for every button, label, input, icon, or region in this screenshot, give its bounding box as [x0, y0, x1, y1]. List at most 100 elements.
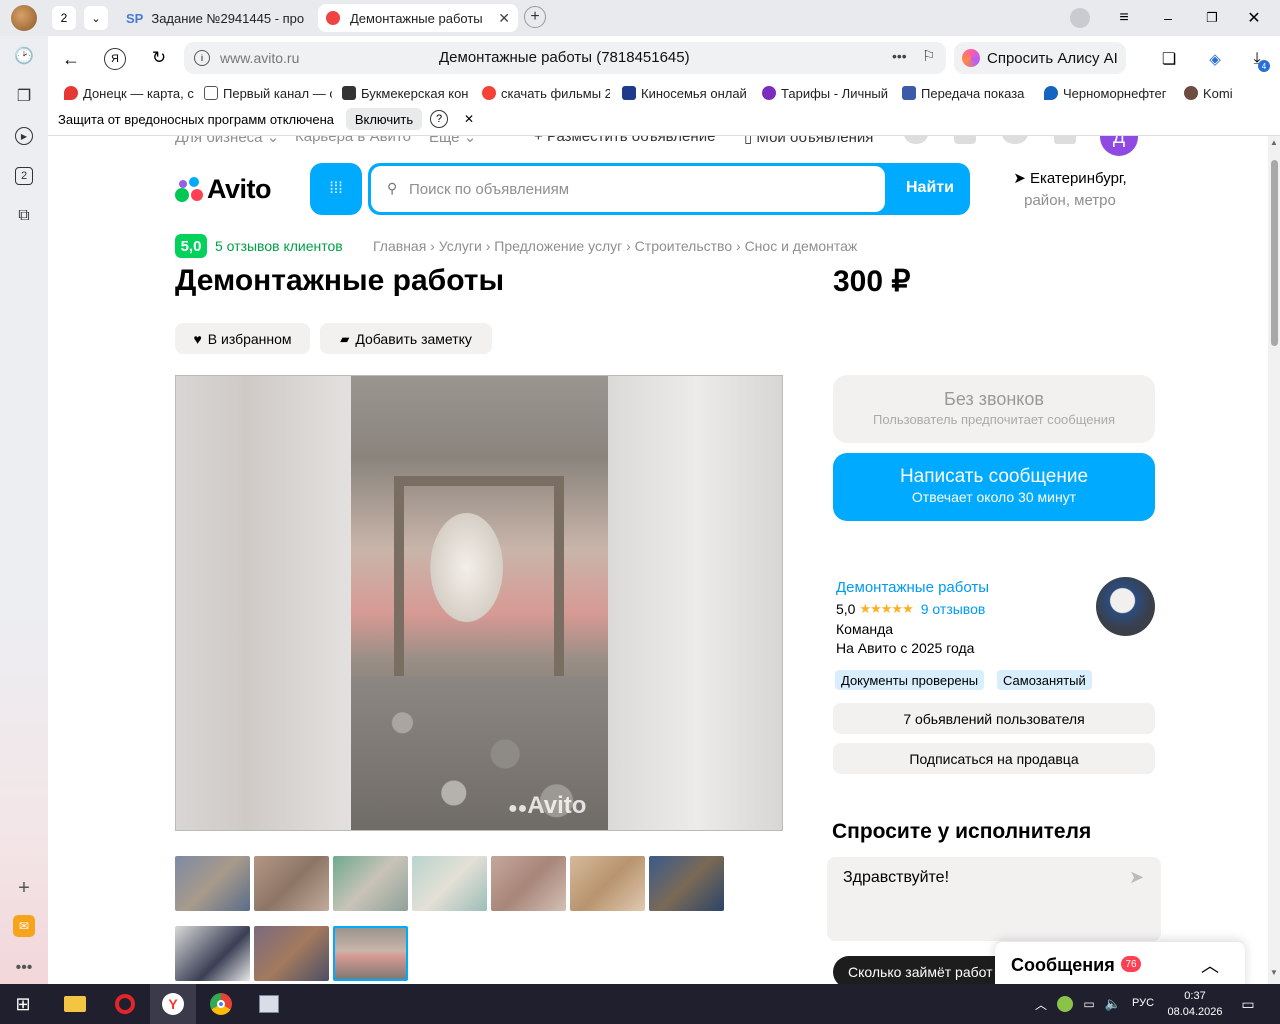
- url-field[interactable]: i www.avito.ru Демонтажные работы (78184…: [184, 42, 946, 74]
- thumbnail[interactable]: [254, 856, 329, 911]
- minimize-icon[interactable]: –: [1158, 8, 1178, 28]
- thumbnail[interactable]: [254, 926, 329, 981]
- bookmark-item[interactable]: Komi: [1184, 84, 1244, 102]
- messages-icon[interactable]: [1002, 136, 1028, 144]
- career-link[interactable]: Карьера в Авито: [295, 136, 411, 145]
- close-infobar-icon[interactable]: ✕: [460, 110, 478, 128]
- tab-counter[interactable]: 2: [52, 6, 76, 30]
- history-icon[interactable]: 🕑: [12, 44, 36, 68]
- ask-alice-button[interactable]: Спросить Алису AI: [954, 42, 1126, 74]
- for-business-link[interactable]: Для бизнеса ⌄: [175, 136, 279, 146]
- bookmark-item[interactable]: скачать фильмы 2: [482, 84, 610, 102]
- thumbnail[interactable]: [491, 856, 566, 911]
- avito-logo[interactable]: Avito: [175, 173, 272, 205]
- my-ads-link[interactable]: ▯ Мои объявления: [744, 136, 873, 146]
- messages-widget[interactable]: Сообщения 76 ︿: [995, 942, 1245, 984]
- subscribe-button[interactable]: Подписаться на продавца: [833, 743, 1155, 774]
- start-windows-icon[interactable]: ⊞: [12, 994, 34, 1014]
- site-info-icon[interactable]: i: [194, 50, 210, 66]
- enable-protection-button[interactable]: Включить: [346, 108, 422, 130]
- bookmark-icon[interactable]: ⚐: [922, 47, 935, 65]
- no-calls-button[interactable]: Без звонков Пользователь предпочитает со…: [833, 375, 1155, 443]
- location-selector[interactable]: ➤ Екатеринбург, район, метро: [1000, 168, 1140, 212]
- bookmark-item[interactable]: Донецк — карта, с: [64, 84, 194, 102]
- favorite-button[interactable]: ♥ В избранном: [175, 323, 310, 354]
- security-icon[interactable]: ◈: [1204, 48, 1226, 70]
- scrollbar-thumb[interactable]: [1271, 160, 1278, 346]
- breadcrumb-item[interactable]: Главная: [373, 238, 426, 254]
- file-explorer-icon[interactable]: [62, 992, 88, 1016]
- language-indicator[interactable]: РУС: [1132, 997, 1154, 1009]
- bookmark-item[interactable]: Передача показа: [902, 84, 1030, 102]
- breadcrumb-item[interactable]: Предложение услуг: [494, 238, 622, 254]
- mail-icon[interactable]: ✉: [12, 914, 36, 938]
- seller-avatar[interactable]: [1096, 577, 1155, 636]
- bookmark-item[interactable]: Киносемья онлай: [622, 84, 750, 102]
- chevron-up-icon[interactable]: ︿: [1201, 952, 1219, 978]
- clock[interactable]: 0:37 08.04.2026: [1166, 988, 1224, 1020]
- bookmark-item[interactable]: Букмекерская кон: [342, 84, 470, 102]
- account-icon[interactable]: [1070, 8, 1090, 28]
- tab-close-icon[interactable]: ✕: [498, 10, 510, 27]
- menu-icon[interactable]: ≡: [1114, 8, 1134, 28]
- main-photo[interactable]: ●●Avito: [175, 375, 783, 831]
- seller-reviews-link[interactable]: 9 отзывов: [921, 601, 986, 617]
- add-panel-icon[interactable]: +: [12, 876, 36, 900]
- close-window-icon[interactable]: ✕: [1244, 8, 1264, 28]
- search-button[interactable]: Найти: [906, 179, 954, 197]
- tab-list-chevron-icon[interactable]: ⌄: [84, 6, 108, 30]
- write-message-button[interactable]: Написать сообщение Отвечает около 30 мин…: [833, 453, 1155, 521]
- reviews-link[interactable]: 5 отзывов клиентов: [215, 238, 343, 254]
- extensions-icon[interactable]: ❏: [1158, 48, 1180, 70]
- opera-icon[interactable]: [112, 992, 138, 1016]
- breadcrumb-item[interactable]: Снос и демонтаж: [745, 238, 858, 254]
- thumbnail[interactable]: [649, 856, 724, 911]
- thumbnail[interactable]: [412, 856, 487, 911]
- bookmark-item[interactable]: Тарифы - Личный: [762, 84, 890, 102]
- thumbnail[interactable]: [175, 926, 250, 981]
- app-icon[interactable]: [256, 992, 282, 1016]
- back-icon[interactable]: ←: [60, 48, 82, 70]
- side-counter[interactable]: 2: [12, 164, 36, 188]
- yandex-browser-icon[interactable]: Y: [150, 984, 196, 1024]
- ask-textarea[interactable]: Здравствуйте! ➤: [827, 857, 1161, 941]
- seller-name[interactable]: Демонтажные работы: [836, 579, 989, 596]
- thumbnail[interactable]: [175, 856, 250, 911]
- favorites-icon[interactable]: [904, 136, 928, 144]
- thumbnail[interactable]: [333, 856, 408, 911]
- send-icon[interactable]: ➤: [1129, 867, 1144, 888]
- tab-avito[interactable]: Демонтажные работы ✕: [318, 4, 518, 32]
- reload-icon[interactable]: ↻: [148, 47, 170, 69]
- new-tab-icon[interactable]: +: [524, 6, 546, 28]
- screenshot-icon[interactable]: ⧉: [12, 204, 36, 228]
- more-icon[interactable]: •••: [12, 956, 36, 980]
- cart-icon[interactable]: [1054, 136, 1076, 144]
- breadcrumb-item[interactable]: Услуги: [439, 238, 482, 254]
- thumbnail[interactable]: [570, 856, 645, 911]
- chrome-icon[interactable]: [208, 992, 234, 1016]
- profile-avatar[interactable]: [11, 5, 37, 31]
- tab-task[interactable]: SP Задание №2941445 - про: [118, 4, 310, 32]
- search-box[interactable]: ⚲ Поиск по объявлениям Найти: [368, 163, 970, 215]
- page-scrollbar[interactable]: ▲ ▼: [1268, 136, 1280, 984]
- restore-icon[interactable]: ❐: [1202, 8, 1222, 28]
- scrollbar-up-icon[interactable]: ▲: [1270, 138, 1278, 147]
- tray-app-icon[interactable]: [1056, 994, 1074, 1014]
- bookmark-item[interactable]: Черноморнефтег: [1044, 84, 1172, 102]
- post-ad-link[interactable]: + Разместить объявление: [534, 136, 715, 145]
- user-ads-button[interactable]: 7 обьявлений пользователя: [833, 703, 1155, 734]
- notifications-center-icon[interactable]: ▭: [1238, 994, 1258, 1014]
- help-icon[interactable]: ?: [430, 110, 448, 128]
- scrollbar-down-icon[interactable]: ▼: [1270, 968, 1278, 977]
- avatar[interactable]: Д: [1100, 136, 1138, 156]
- yandex-icon[interactable]: Я: [104, 48, 126, 70]
- search-input[interactable]: ⚲ Поиск по объявлениям: [371, 166, 885, 212]
- more-actions-icon[interactable]: •••: [892, 48, 907, 64]
- collections-icon[interactable]: ❐: [12, 84, 36, 108]
- volume-icon[interactable]: 🔈: [1104, 994, 1122, 1014]
- categories-button[interactable]: ⁞⁞⁞: [310, 163, 362, 215]
- thumbnail-selected[interactable]: [333, 926, 408, 981]
- play-icon[interactable]: ▶: [12, 124, 36, 148]
- network-icon[interactable]: ▭: [1080, 994, 1098, 1014]
- more-link[interactable]: Еще ⌄: [429, 136, 476, 146]
